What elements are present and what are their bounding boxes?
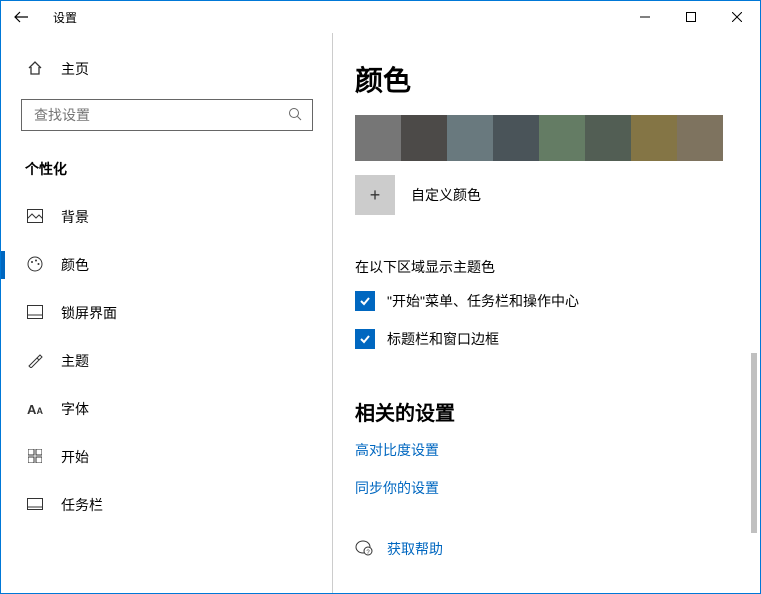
- checkbox-icon: [355, 291, 375, 311]
- custom-color-row: + 自定义颜色: [355, 175, 726, 215]
- settings-window: 设置 主页: [0, 0, 761, 594]
- back-arrow-icon: [14, 10, 28, 24]
- color-swatch[interactable]: [401, 115, 447, 161]
- search-input[interactable]: [21, 99, 313, 131]
- sidebar-item-taskbar[interactable]: 任务栏: [1, 481, 333, 529]
- search-icon: [288, 107, 302, 124]
- maximize-button[interactable]: [668, 1, 714, 33]
- palette-icon: [25, 256, 45, 275]
- home-link[interactable]: 主页: [1, 51, 333, 87]
- content-area: 颜色 + 自定义颜色 在以下区域显示主题色 "开始"菜单、任务栏和操作中心: [333, 33, 760, 593]
- picture-icon: [25, 209, 45, 226]
- plus-icon: +: [370, 185, 381, 206]
- maximize-icon: [686, 12, 696, 22]
- title-bar: 设置: [1, 1, 760, 33]
- home-icon: [25, 60, 45, 79]
- related-settings-heading: 相关的设置: [355, 397, 726, 426]
- sidebar-item-label: 主题: [61, 351, 89, 371]
- sidebar-item-label: 锁屏界面: [61, 303, 117, 323]
- sidebar-item-background[interactable]: 背景: [1, 193, 333, 241]
- sidebar-item-lockscreen[interactable]: 锁屏界面: [1, 289, 333, 337]
- sidebar-item-label: 颜色: [61, 255, 89, 275]
- window-title: 设置: [53, 9, 77, 26]
- sidebar-item-themes[interactable]: 主题: [1, 337, 333, 385]
- checkbox-label: 标题栏和窗口边框: [387, 329, 499, 349]
- color-swatch[interactable]: [585, 115, 631, 161]
- color-swatch[interactable]: [355, 115, 401, 161]
- sidebar-item-start[interactable]: 开始: [1, 433, 333, 481]
- help-icon: ?: [355, 538, 373, 559]
- checkbox-label: "开始"菜单、任务栏和操作中心: [387, 291, 579, 311]
- color-swatch[interactable]: [447, 115, 493, 161]
- custom-color-label: 自定义颜色: [411, 185, 481, 205]
- minimize-icon: [640, 12, 650, 22]
- minimize-button[interactable]: [622, 1, 668, 33]
- lockscreen-icon: [25, 305, 45, 322]
- link-sync-settings[interactable]: 同步你的设置: [355, 478, 726, 498]
- scrollbar[interactable]: [748, 33, 760, 593]
- window-controls: [622, 1, 760, 33]
- close-icon: [732, 12, 742, 22]
- custom-color-button[interactable]: +: [355, 175, 395, 215]
- color-swatches: [355, 115, 726, 161]
- start-icon: [25, 449, 45, 466]
- home-label: 主页: [61, 59, 89, 79]
- sidebar-item-fonts[interactable]: AA 字体: [1, 385, 333, 433]
- search-field[interactable]: [32, 106, 288, 124]
- accent-section-label: 在以下区域显示主题色: [355, 257, 726, 277]
- sidebar-item-label: 字体: [61, 399, 89, 419]
- sidebar-section-header: 个性化: [1, 131, 333, 193]
- taskbar-icon: [25, 497, 45, 513]
- theme-icon: [25, 352, 45, 371]
- scrollbar-thumb[interactable]: [751, 353, 757, 533]
- sidebar-item-label: 背景: [61, 207, 89, 227]
- sidebar-item-colors[interactable]: 颜色: [1, 241, 333, 289]
- color-swatch[interactable]: [631, 115, 677, 161]
- help-link[interactable]: ? 获取帮助: [355, 538, 726, 559]
- sidebar: 主页 个性化 背景 颜色 锁屏界面: [1, 33, 333, 593]
- page-title: 颜色: [355, 59, 726, 99]
- checkbox-titlebars[interactable]: 标题栏和窗口边框: [355, 329, 726, 349]
- color-swatch[interactable]: [677, 115, 723, 161]
- font-icon: AA: [25, 402, 45, 417]
- checkbox-icon: [355, 329, 375, 349]
- color-swatch[interactable]: [539, 115, 585, 161]
- back-button[interactable]: [1, 1, 41, 33]
- sidebar-item-label: 任务栏: [61, 495, 103, 515]
- body: 主页 个性化 背景 颜色 锁屏界面: [1, 33, 760, 593]
- help-label: 获取帮助: [387, 539, 443, 559]
- close-button[interactable]: [714, 1, 760, 33]
- checkbox-start-taskbar[interactable]: "开始"菜单、任务栏和操作中心: [355, 291, 726, 311]
- link-high-contrast[interactable]: 高对比度设置: [355, 440, 726, 460]
- color-swatch[interactable]: [493, 115, 539, 161]
- sidebar-item-label: 开始: [61, 447, 89, 467]
